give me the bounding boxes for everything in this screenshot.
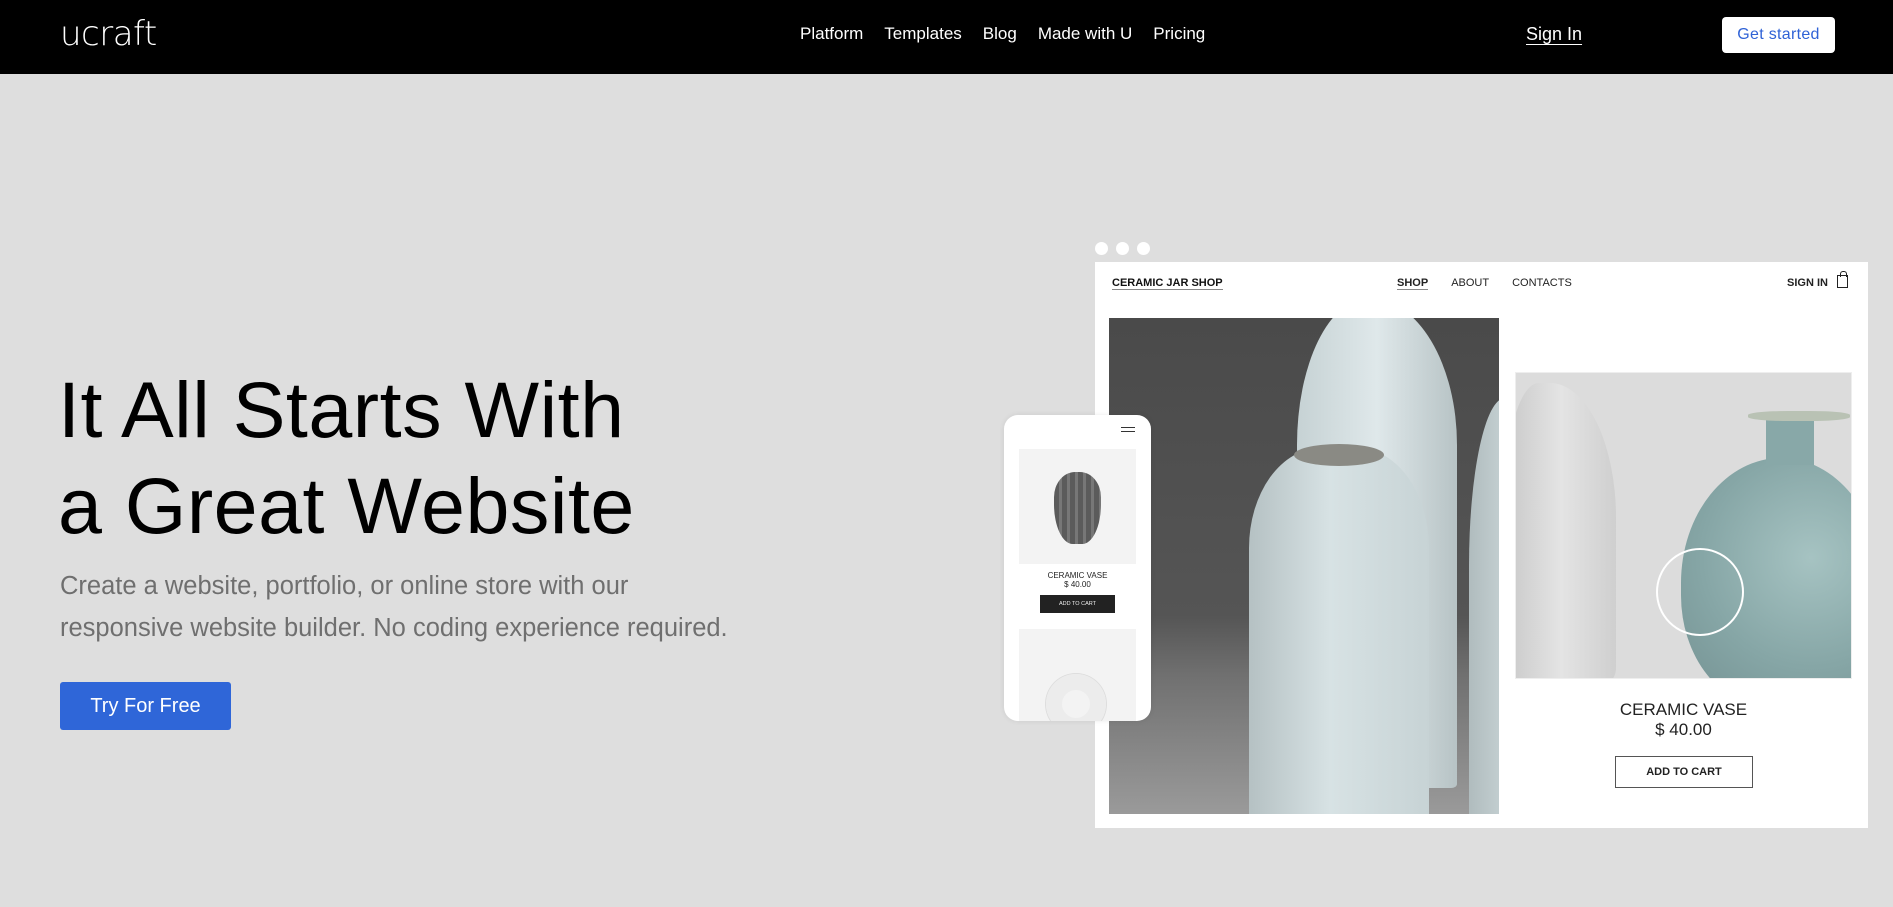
main-nav: Platform Templates Blog Made with U Pric…: [800, 24, 1205, 44]
hero-title-line-1: It All Starts With: [58, 365, 625, 454]
bottle-shape: [1469, 398, 1499, 814]
mobile-product-image-2: [1019, 629, 1136, 721]
cursor-ring-icon: [1656, 548, 1744, 636]
hamburger-icon: [1121, 427, 1135, 432]
shop-nav-contacts: CONTACTS: [1512, 277, 1572, 289]
shop-sign-in: SIGN IN: [1787, 277, 1828, 289]
sign-in-link[interactable]: Sign In: [1526, 24, 1582, 45]
hero-title: It All Starts With a Great Website: [58, 362, 635, 554]
white-vase-shape: [1516, 383, 1616, 678]
ceramic-vase-photo: [1515, 372, 1852, 679]
window-dot-icon: [1137, 242, 1150, 255]
get-started-button[interactable]: Get started: [1722, 17, 1835, 53]
top-navigation-bar: ucraft Platform Templates Blog Made with…: [0, 0, 1893, 74]
nav-platform[interactable]: Platform: [800, 24, 863, 44]
nav-templates[interactable]: Templates: [884, 24, 961, 44]
mobile-add-to-cart-button: ADD TO CART: [1040, 595, 1115, 613]
add-to-cart-button: ADD TO CART: [1615, 756, 1753, 788]
window-dot-icon: [1095, 242, 1108, 255]
ceramic-bottles-photo: [1109, 318, 1499, 814]
shop-nav-shop: SHOP: [1397, 277, 1429, 290]
desktop-preview: CERAMIC JAR SHOP SHOP ABOUT CONTACTS SIG…: [1095, 262, 1868, 828]
nav-pricing[interactable]: Pricing: [1153, 24, 1205, 44]
hero-subtitle-line-2: responsive website builder. No coding ex…: [60, 614, 728, 642]
green-vase-neck: [1766, 415, 1814, 465]
hero-subtitle: Create a website, portfolio, or online s…: [60, 565, 800, 649]
mobile-product-image: [1019, 449, 1136, 564]
window-dot-icon: [1116, 242, 1129, 255]
nav-blog[interactable]: Blog: [983, 24, 1017, 44]
hero-subtitle-line-1: Create a website, portfolio, or online s…: [60, 572, 629, 600]
green-vase-rim: [1748, 411, 1850, 421]
ring-vase-shape: [1046, 674, 1106, 721]
nav-made-with-u[interactable]: Made with U: [1038, 24, 1132, 44]
shop-logo: CERAMIC JAR SHOP: [1112, 277, 1223, 290]
mobile-product-name: CERAMIC VASE: [1047, 571, 1108, 580]
shop-nav: SHOP ABOUT CONTACTS: [1397, 277, 1572, 290]
ucraft-logo[interactable]: ucraft: [60, 14, 157, 54]
hero-title-line-2: a Great Website: [58, 461, 635, 550]
mobile-product-price: $ 40.00: [1064, 580, 1091, 589]
mobile-preview: CERAMIC VASE $ 40.00 ADD TO CART: [1004, 415, 1151, 721]
product-price: $ 40.00: [1655, 720, 1712, 739]
try-for-free-button[interactable]: Try For Free: [60, 682, 231, 730]
product-name: CERAMIC VASE: [1619, 700, 1748, 719]
shop-nav-about: ABOUT: [1451, 277, 1490, 289]
shopping-bag-icon: [1837, 271, 1848, 288]
bottle-shape: [1249, 448, 1429, 814]
browser-window-dots: [1095, 242, 1150, 255]
faceted-vase-shape: [1054, 472, 1101, 544]
bottle-lip: [1294, 444, 1384, 466]
